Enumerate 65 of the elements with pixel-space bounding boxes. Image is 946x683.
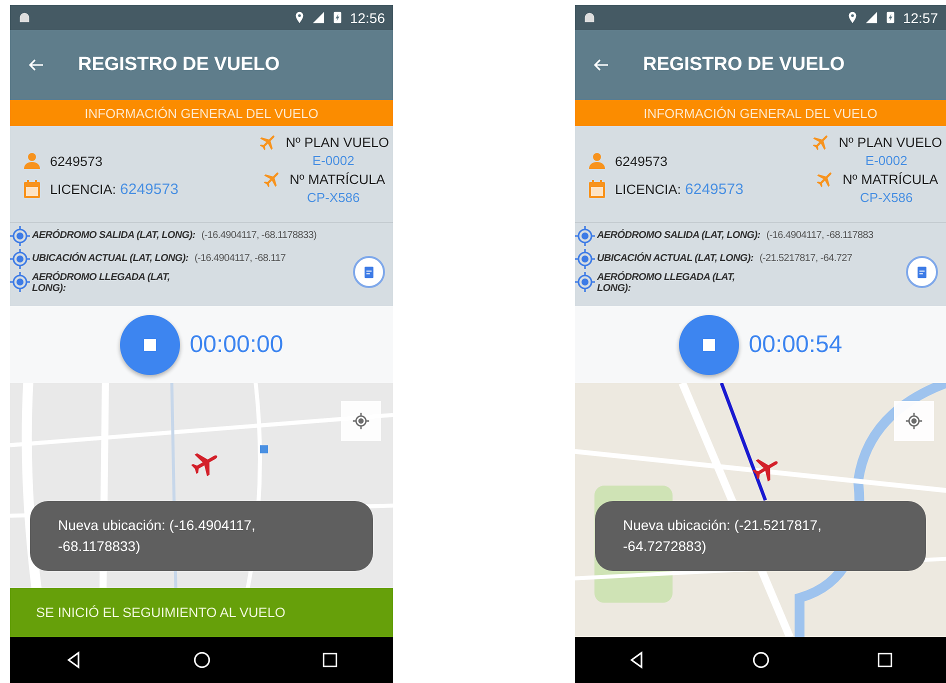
calendar-icon	[22, 179, 42, 199]
locate-button[interactable]	[894, 401, 934, 441]
license-label: LICENCIA:	[50, 182, 116, 196]
stop-icon	[702, 338, 715, 350]
registration-label: Nº MATRÍCULA	[290, 172, 386, 186]
target-icon	[575, 249, 595, 269]
target-icon	[10, 226, 30, 246]
license-label: LICENCIA:	[615, 182, 682, 196]
screen-title: REGISTRO DE VUELO	[78, 54, 280, 76]
registration-value: CP-X586	[306, 190, 360, 205]
clipboard-button[interactable]	[906, 256, 938, 288]
coordinate-label: AERÓDROMO SALIDA (LAT, LONG):	[597, 228, 760, 243]
pilot-id: 6249573	[50, 154, 103, 168]
calendar-icon	[587, 179, 607, 199]
home-circle-icon	[752, 651, 770, 669]
clipboard-icon	[915, 265, 929, 279]
home-circle-icon	[193, 651, 212, 669]
target-icon	[575, 226, 595, 246]
back-arrow-icon	[593, 57, 609, 73]
flight-plan-value: E-0002	[864, 153, 908, 168]
stop-icon	[144, 338, 156, 350]
flight-plan-value: E-0002	[311, 153, 354, 168]
pilot-id: 6249573	[615, 154, 668, 168]
signal-icon	[864, 11, 878, 24]
toast-message: Nueva ubicación: (-21.5217817, -64.7272883)	[595, 501, 926, 571]
coordinate-label: AERÓDROMO LLEGADA (LAT, LONG):	[32, 272, 171, 294]
recents-square-icon	[322, 652, 338, 668]
locate-button[interactable]	[341, 401, 381, 441]
flight-plan-label: Nº PLAN VUELO	[838, 134, 942, 150]
timer: 00:00:54	[748, 330, 842, 358]
target-icon	[10, 272, 30, 292]
registration-value: CP-X586	[859, 190, 913, 205]
clipboard-icon	[362, 265, 376, 279]
license-value: 6249573	[685, 180, 744, 198]
coordinate-label: AERÓDROMO SALIDA (LAT, LONG):	[32, 228, 196, 243]
coordinate-label: UBICACIÓN ACTUAL (LAT, LONG):	[32, 251, 188, 266]
coordinate-value: (-21.5217817, -64.727	[759, 252, 852, 266]
coordinate-value: (-16.4904117, -68.1178833)	[201, 229, 317, 243]
locate-icon	[352, 412, 370, 430]
clipboard-button[interactable]	[353, 256, 385, 288]
toast-message: Nueva ubicación: (-16.4904117, -68.1178833)	[30, 501, 373, 571]
screen-title: REGISTRO DE VUELO	[643, 54, 845, 76]
snackbar-message: SE INICIÓ EL SEGUIMIENTO AL VUELO	[10, 588, 393, 637]
coordinate-value: (-16.4904117, -68.117	[194, 252, 286, 266]
registration-label: Nº MATRÍCULA	[842, 172, 938, 186]
locate-icon	[905, 412, 923, 430]
section-header: INFORMACIÓN GENERAL DEL VUELO	[10, 100, 393, 126]
flight-plan-label: Nº PLAN VUELO	[286, 134, 389, 150]
back-arrow-icon	[28, 57, 44, 73]
person-icon	[587, 151, 607, 171]
license-value: 6249573	[120, 180, 178, 198]
stop-button[interactable]	[678, 314, 739, 374]
status-time: 12:56	[350, 10, 385, 26]
target-icon	[575, 272, 595, 292]
coordinate-label: UBICACIÓN ACTUAL (LAT, LONG):	[597, 251, 754, 266]
signal-icon	[312, 11, 325, 24]
recents-square-icon	[876, 652, 893, 668]
timer: 00:00:00	[190, 330, 284, 358]
stop-button[interactable]	[120, 314, 180, 374]
person-icon	[22, 151, 42, 171]
coordinate-label: AERÓDROMO LLEGADA (LAT, LONG):	[597, 272, 736, 294]
section-header: INFORMACIÓN GENERAL DEL VUELO	[575, 100, 946, 126]
target-icon	[10, 249, 30, 269]
coordinate-value: (-16.4904117, -68.117883	[766, 229, 874, 243]
status-time: 12:57	[902, 10, 938, 26]
